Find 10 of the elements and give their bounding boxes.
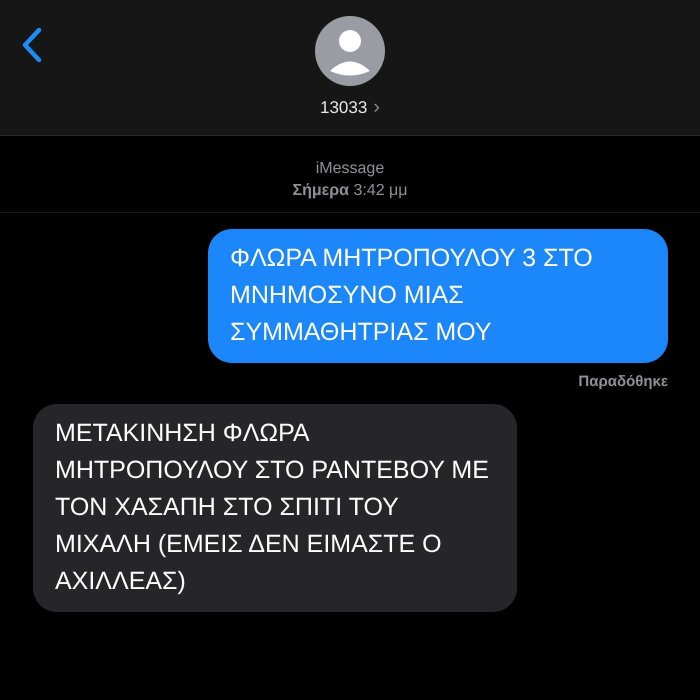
service-label: iMessage [316, 159, 384, 179]
avatar-icon [315, 16, 385, 86]
delivery-status: Παραδόθηκε [578, 373, 668, 390]
back-button[interactable] [20, 26, 44, 64]
timestamp: Σήμερα 3:42 μμ [292, 181, 408, 201]
chevron-icon: › [373, 96, 380, 119]
back-icon [20, 26, 44, 64]
sent-message-bubble: ΦΛΩΡΑ ΜΗΤΡΟΠΟΥΛΟΥ 3 ΣΤΟ ΜΝΗΜΟΣΥΝΟ ΜΙΑΣ ΣΥΜΜΑΘΗΤΡΙΑΣ ΜΟΥ [208, 229, 668, 363]
contact-name[interactable]: 13033 › [320, 96, 380, 119]
received-message-bubble: ΜΕΤΑΚΙΝΗΣΗ ΦΛΩΡΑ ΜΗΤΡΟΠΟΥΛΟΥ ΣΤΟ ΡΑΝΤΕΒΟΥ ΜΕ ΤΟΝ ΧΑΣΑΠΗ ΣΤΟ ΣΠΙΤΙ ΤΟΥ ΜΙΧΑΛΗ (ΕΜΕΙΣ ΔΕΝ ΕΙΜΑΣΤΕ Ο ΑΧΙΛΛΕΑΣ) [33, 404, 517, 612]
